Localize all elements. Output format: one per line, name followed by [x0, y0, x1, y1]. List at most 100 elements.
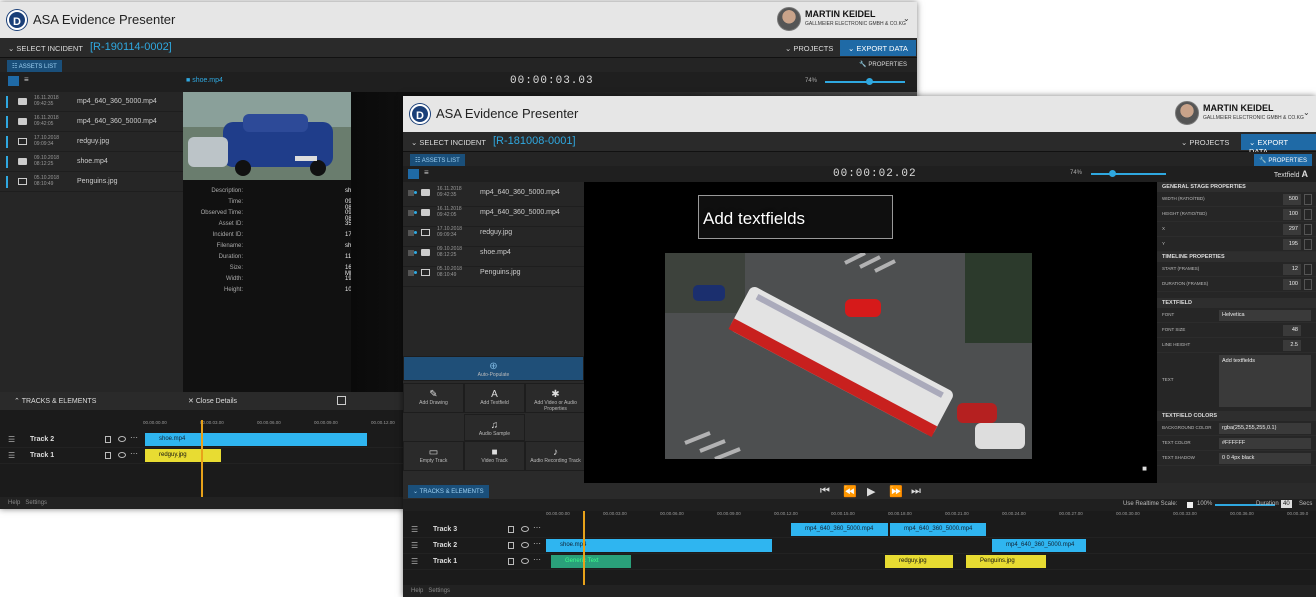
timeline-clip[interactable]: redguy.jpg — [885, 555, 953, 568]
timeline-clip[interactable]: mp4_640_360_5000.mp4 — [791, 523, 888, 536]
more-icon[interactable]: ⋯ — [130, 433, 138, 442]
play-icon[interactable]: ▶ — [867, 485, 875, 498]
list-view-icon[interactable] — [8, 76, 19, 86]
property-input[interactable]: 195 — [1283, 239, 1301, 250]
projects-button[interactable]: ⌄ PROJECTS — [785, 44, 833, 53]
image-icon[interactable] — [337, 396, 346, 405]
skip-back-icon[interactable]: ⏮ — [820, 485, 830, 498]
lock-icon[interactable] — [105, 436, 111, 443]
drag-handle-icon[interactable]: ☰ — [411, 557, 418, 566]
add-textfield-button[interactable]: A Add Textfield — [464, 383, 525, 413]
chevron-down-icon[interactable]: ⌄ — [903, 14, 910, 23]
user-avatar[interactable] — [777, 7, 801, 31]
more-icon[interactable]: ⋯ — [533, 539, 541, 548]
select-incident-button[interactable]: ⌄ SELECT INCIDENT — [411, 138, 486, 147]
zoom-slider-handle[interactable] — [866, 78, 873, 85]
property-input[interactable]: 500 — [1283, 194, 1301, 205]
export-data-button[interactable]: ⌄ EXPORT DATA — [840, 40, 916, 56]
text-shadow-input[interactable]: 0 0 4px black — [1219, 453, 1311, 464]
drag-handle-icon[interactable]: ☰ — [411, 525, 418, 534]
lock-icon[interactable] — [508, 526, 514, 533]
list-item[interactable]: 09.10.2018 08:12:25 shoe.mp4 — [0, 152, 183, 172]
more-icon[interactable]: ⋯ — [533, 555, 541, 564]
playhead[interactable] — [201, 420, 203, 500]
settings-link[interactable]: Settings — [428, 588, 450, 594]
list-view-icon[interactable] — [408, 169, 419, 179]
property-input[interactable]: 297 — [1283, 224, 1301, 235]
properties-button[interactable]: 🔧 PROPERTIES — [859, 61, 907, 68]
more-icon[interactable]: ⋯ — [130, 449, 138, 458]
stepper-icon[interactable] — [1304, 279, 1312, 290]
property-input[interactable]: 100 — [1283, 279, 1301, 290]
property-input[interactable]: 100 — [1283, 209, 1301, 220]
zoom-slider[interactable] — [825, 81, 905, 83]
bg-color-input[interactable]: rgba(255,255,255,0.1) — [1219, 423, 1311, 434]
text-color-input[interactable]: #FFFFFF — [1219, 438, 1311, 449]
drag-handle-icon[interactable]: ☰ — [8, 451, 15, 460]
more-icon[interactable]: ⋯ — [533, 523, 541, 532]
timeline-clip[interactable]: Penguins.jpg — [966, 555, 1046, 568]
timeline-clip[interactable]: mp4_640_360_5000.mp4 — [992, 539, 1086, 552]
help-link[interactable]: Help — [8, 500, 20, 506]
tracks-toggle[interactable]: ⌄ TRACKS & ELEMENTS — [408, 485, 489, 498]
duration-input[interactable]: 40 — [1281, 500, 1292, 508]
list-item[interactable]: 05.10.2018 08:10:49 Penguins.jpg — [403, 263, 584, 287]
stepper-icon[interactable] — [1304, 264, 1312, 275]
audio-recording-button[interactable]: ♪ Audio Recording Track — [525, 441, 586, 471]
empty-track-button[interactable]: ▭ Empty Track — [403, 441, 464, 471]
lock-icon[interactable] — [508, 558, 514, 565]
timeline-clip[interactable]: redguy.jpg — [145, 449, 221, 462]
list-item[interactable]: 05.10.2018 08:10:49 Penguins.jpg — [0, 172, 183, 192]
add-video-audio-button[interactable]: ✱ Add Video or Audio Properties — [525, 383, 586, 413]
projects-button[interactable]: ⌄ PROJECTS — [1181, 138, 1229, 147]
stepper-icon[interactable] — [1304, 209, 1312, 220]
property-input[interactable]: 12 — [1283, 264, 1301, 275]
timeline-clip[interactable]: mp4_640_360_5000.mp4 — [890, 523, 986, 536]
zoom-slider[interactable] — [1091, 173, 1166, 175]
eye-icon[interactable] — [521, 526, 529, 532]
video-track-button[interactable]: ■ Video Track — [464, 441, 525, 471]
font-select[interactable]: Helvetica — [1219, 310, 1311, 321]
drag-handle-icon[interactable]: ☰ — [8, 435, 15, 444]
lock-icon[interactable] — [508, 542, 514, 549]
incident-id[interactable]: [R-181008-0001] — [493, 135, 576, 147]
fast-forward-icon[interactable]: ⏩ — [889, 485, 903, 498]
stage-textfield[interactable]: Add textfields — [698, 195, 893, 239]
incident-id[interactable]: [R-190114-0002] — [90, 41, 172, 53]
timeline-clip[interactable]: shoe.mp4 — [145, 433, 367, 446]
grid-view-icon[interactable]: ≡ — [24, 75, 29, 84]
rewind-icon[interactable]: ⏪ — [843, 485, 857, 498]
close-details-button[interactable]: ✕ Close Details — [188, 397, 237, 405]
text-area[interactable]: Add textfields — [1219, 355, 1311, 407]
skip-forward-icon[interactable]: ⏭ — [911, 485, 921, 498]
eye-icon[interactable] — [521, 542, 529, 548]
drag-handle-icon[interactable]: ☰ — [411, 541, 418, 550]
list-item[interactable]: 16.11.2018 09:42:05 mp4_640_360_5000.mp4 — [0, 112, 183, 132]
grid-view-icon[interactable]: ≡ — [424, 168, 429, 177]
list-item[interactable]: 16.11.2018 09:42:35 mp4_640_360_5000.mp4 — [0, 92, 183, 112]
timeline-clip[interactable]: Generic Text — [551, 555, 631, 568]
lock-icon[interactable] — [105, 452, 111, 459]
line-height-input[interactable]: 2.5 — [1283, 340, 1301, 351]
stepper-icon[interactable] — [1304, 239, 1312, 250]
chevron-down-icon[interactable]: ⌄ — [1303, 108, 1310, 117]
add-drawing-button[interactable]: ✎ Add Drawing — [403, 383, 464, 413]
export-data-button[interactable]: ⌄ EXPORT DATA — [1241, 134, 1316, 156]
auto-populate-button[interactable]: ⊕ Auto-Populate — [403, 356, 584, 381]
tracks-toggle[interactable]: ⌃ TRACKS & ELEMENTS — [14, 397, 96, 405]
timeline-clip[interactable]: shoe.mp4 — [546, 539, 772, 552]
stepper-icon[interactable] — [1304, 224, 1312, 235]
eye-icon[interactable] — [118, 436, 126, 442]
stepper-icon[interactable] — [1304, 194, 1312, 205]
stage-image[interactable] — [665, 253, 1032, 459]
realtime-checkbox[interactable] — [1187, 502, 1193, 508]
eye-icon[interactable] — [118, 452, 126, 458]
settings-link[interactable]: Settings — [25, 500, 47, 506]
zoom-slider-handle[interactable] — [1109, 170, 1116, 177]
list-item[interactable]: 17.10.2018 09:09:34 redguy.jpg — [0, 132, 183, 152]
audio-sample-button[interactable]: ♫ Audio Sample — [464, 414, 525, 441]
font-size-input[interactable]: 48 — [1283, 325, 1301, 336]
eye-icon[interactable] — [521, 558, 529, 564]
playhead[interactable] — [583, 511, 585, 585]
help-link[interactable]: Help — [411, 588, 423, 594]
